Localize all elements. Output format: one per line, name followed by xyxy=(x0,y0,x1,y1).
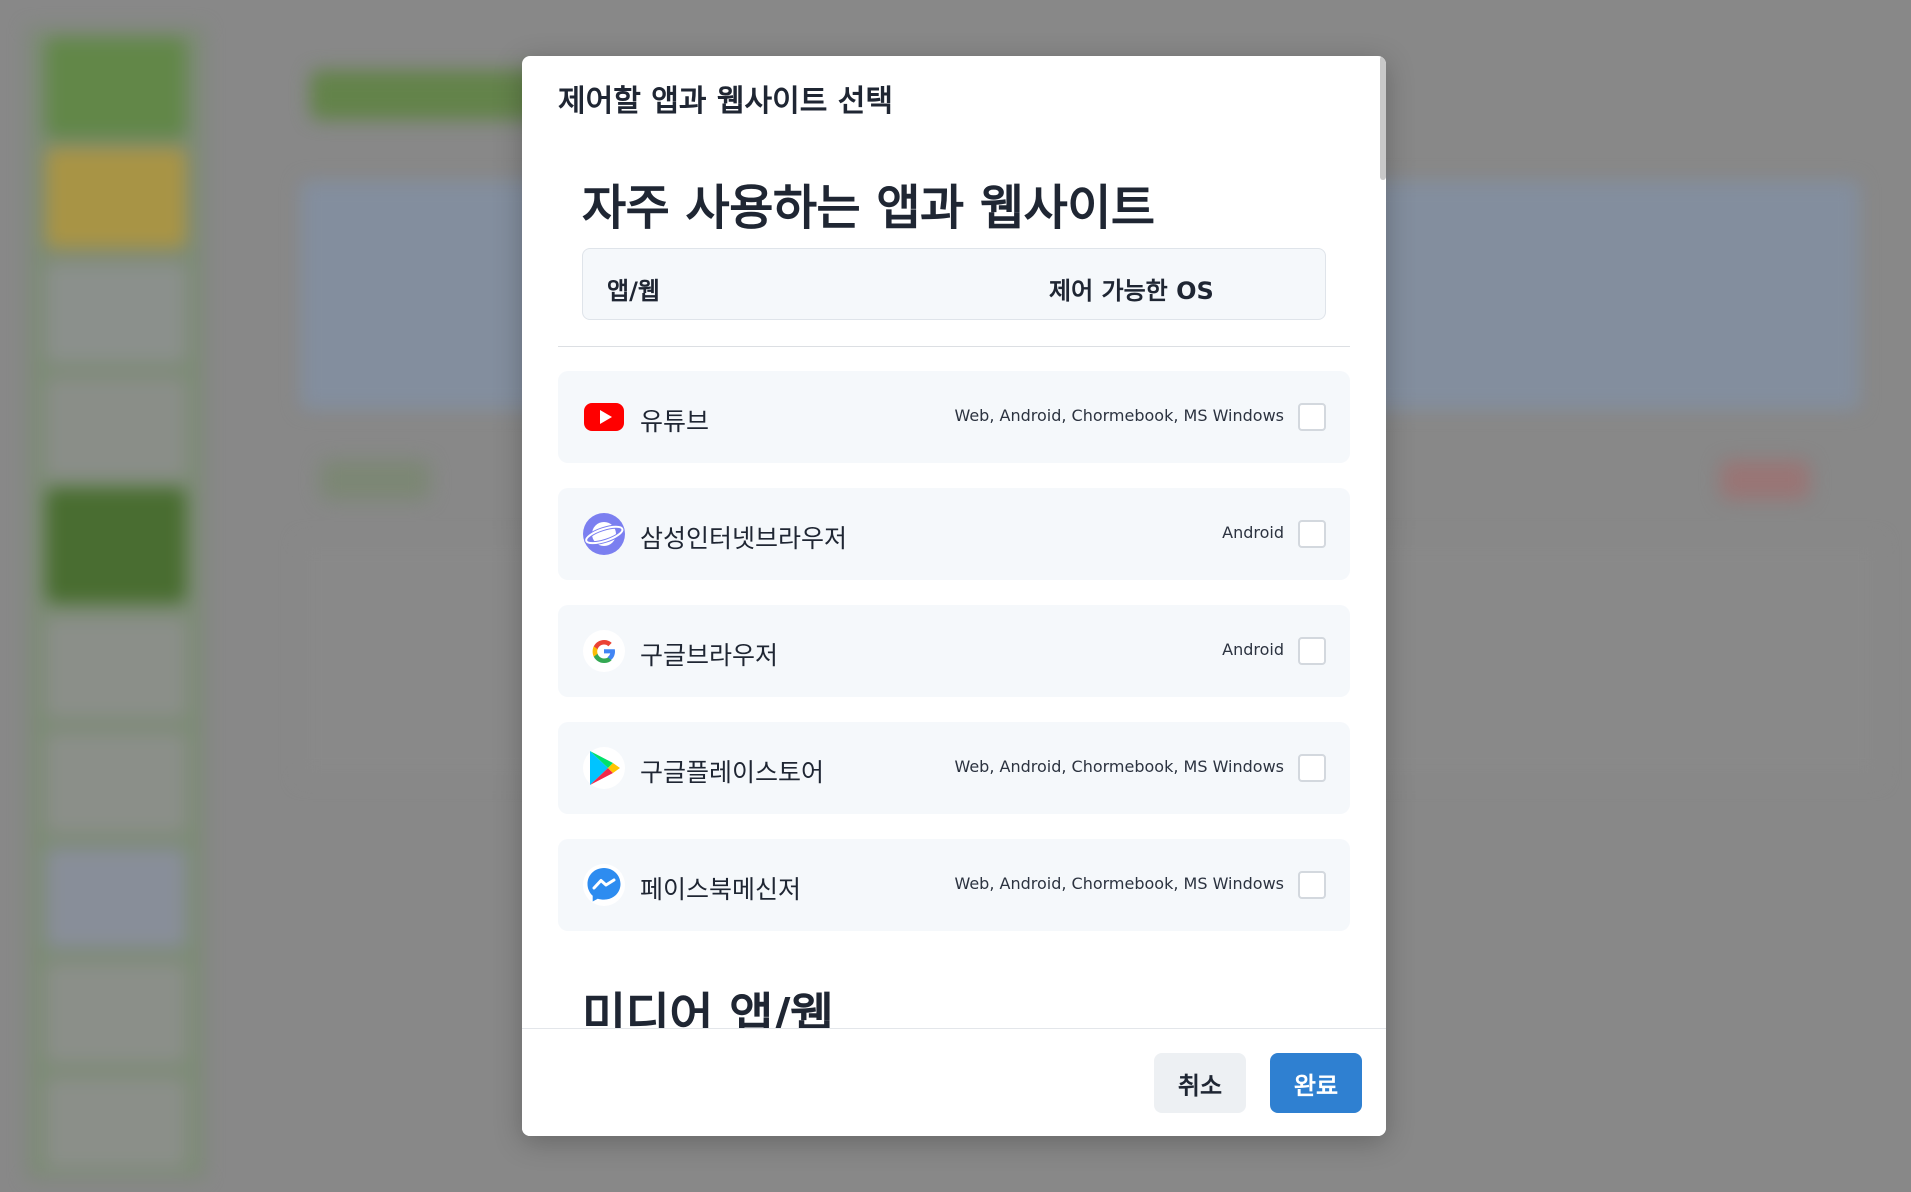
app-name: 구글브라우저 xyxy=(640,641,779,670)
app-checkbox-google-browser[interactable] xyxy=(1298,637,1326,665)
app-checkbox-messenger[interactable] xyxy=(1298,871,1326,899)
app-os: Web, Android, Chormebook, MS Windows xyxy=(954,757,1284,776)
google-play-icon xyxy=(582,746,626,790)
app-name: 페이스북메신저 xyxy=(640,875,802,904)
done-button[interactable]: 완료 xyxy=(1270,1053,1362,1113)
modal-scroll-area[interactable]: 제어할 앱과 웹사이트 선택 자주 사용하는 앱과 웹사이트 앱/웹 제어 가능… xyxy=(522,56,1386,1028)
app-select-modal: 제어할 앱과 웹사이트 선택 자주 사용하는 앱과 웹사이트 앱/웹 제어 가능… xyxy=(522,56,1386,1136)
table-header: 앱/웹 제어 가능한 OS xyxy=(582,248,1326,320)
app-name: 구글플레이스토어 xyxy=(640,758,825,787)
scrollbar-thumb[interactable] xyxy=(1380,56,1386,180)
app-checkbox-youtube[interactable] xyxy=(1298,403,1326,431)
google-icon xyxy=(582,629,626,673)
app-checkbox-google-play[interactable] xyxy=(1298,754,1326,782)
section-title-media: 미디어 앱/웹 xyxy=(582,988,834,1028)
app-row-samsung-internet[interactable]: 삼성인터넷브라우저 Android xyxy=(558,488,1350,580)
app-os: Web, Android, Chormebook, MS Windows xyxy=(954,874,1284,893)
app-name: 유튜브 xyxy=(640,407,710,436)
column-header-os: 제어 가능한 OS xyxy=(1049,277,1214,305)
column-header-app: 앱/웹 xyxy=(607,277,660,305)
cancel-button[interactable]: 취소 xyxy=(1154,1053,1246,1113)
messenger-icon xyxy=(582,863,626,907)
app-os: Android xyxy=(1222,640,1284,659)
samsung-internet-icon xyxy=(582,512,626,556)
app-checkbox-samsung-internet[interactable] xyxy=(1298,520,1326,548)
app-row-google-play[interactable]: 구글플레이스토어 Web, Android, Chormebook, MS Wi… xyxy=(558,722,1350,814)
modal-footer: 취소 완료 xyxy=(522,1028,1386,1136)
youtube-icon xyxy=(582,395,626,439)
app-row-youtube[interactable]: 유튜브 Web, Android, Chormebook, MS Windows xyxy=(558,371,1350,463)
app-row-messenger[interactable]: 페이스북메신저 Web, Android, Chormebook, MS Win… xyxy=(558,839,1350,931)
app-os: Web, Android, Chormebook, MS Windows xyxy=(954,406,1284,425)
modal-title: 제어할 앱과 웹사이트 선택 xyxy=(558,84,893,119)
app-row-google-browser[interactable]: 구글브라우저 Android xyxy=(558,605,1350,697)
app-name: 삼성인터넷브라우저 xyxy=(640,524,848,553)
app-os: Android xyxy=(1222,523,1284,542)
section-title-frequent: 자주 사용하는 앱과 웹사이트 xyxy=(582,180,1155,236)
section-divider xyxy=(558,346,1350,347)
